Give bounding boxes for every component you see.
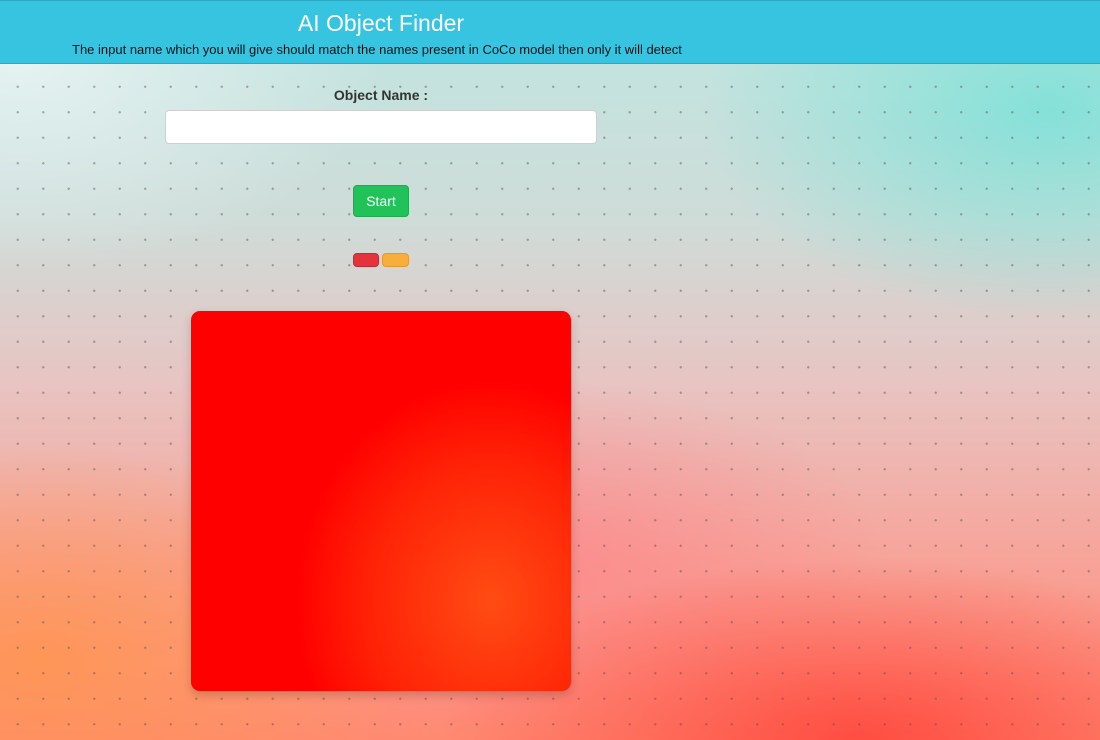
start-button[interactable]: Start: [353, 185, 409, 217]
object-name-input[interactable]: [165, 110, 597, 144]
object-name-label: Object Name :: [333, 87, 429, 103]
video-canvas: [191, 311, 571, 691]
orange-button[interactable]: [382, 253, 409, 267]
app-title: AI Object Finder: [297, 10, 465, 36]
navbar: AI Object Finder The input name which yo…: [0, 0, 1100, 64]
red-button[interactable]: [353, 253, 379, 267]
app-subtitle: The input name which you will give shoul…: [72, 42, 682, 57]
